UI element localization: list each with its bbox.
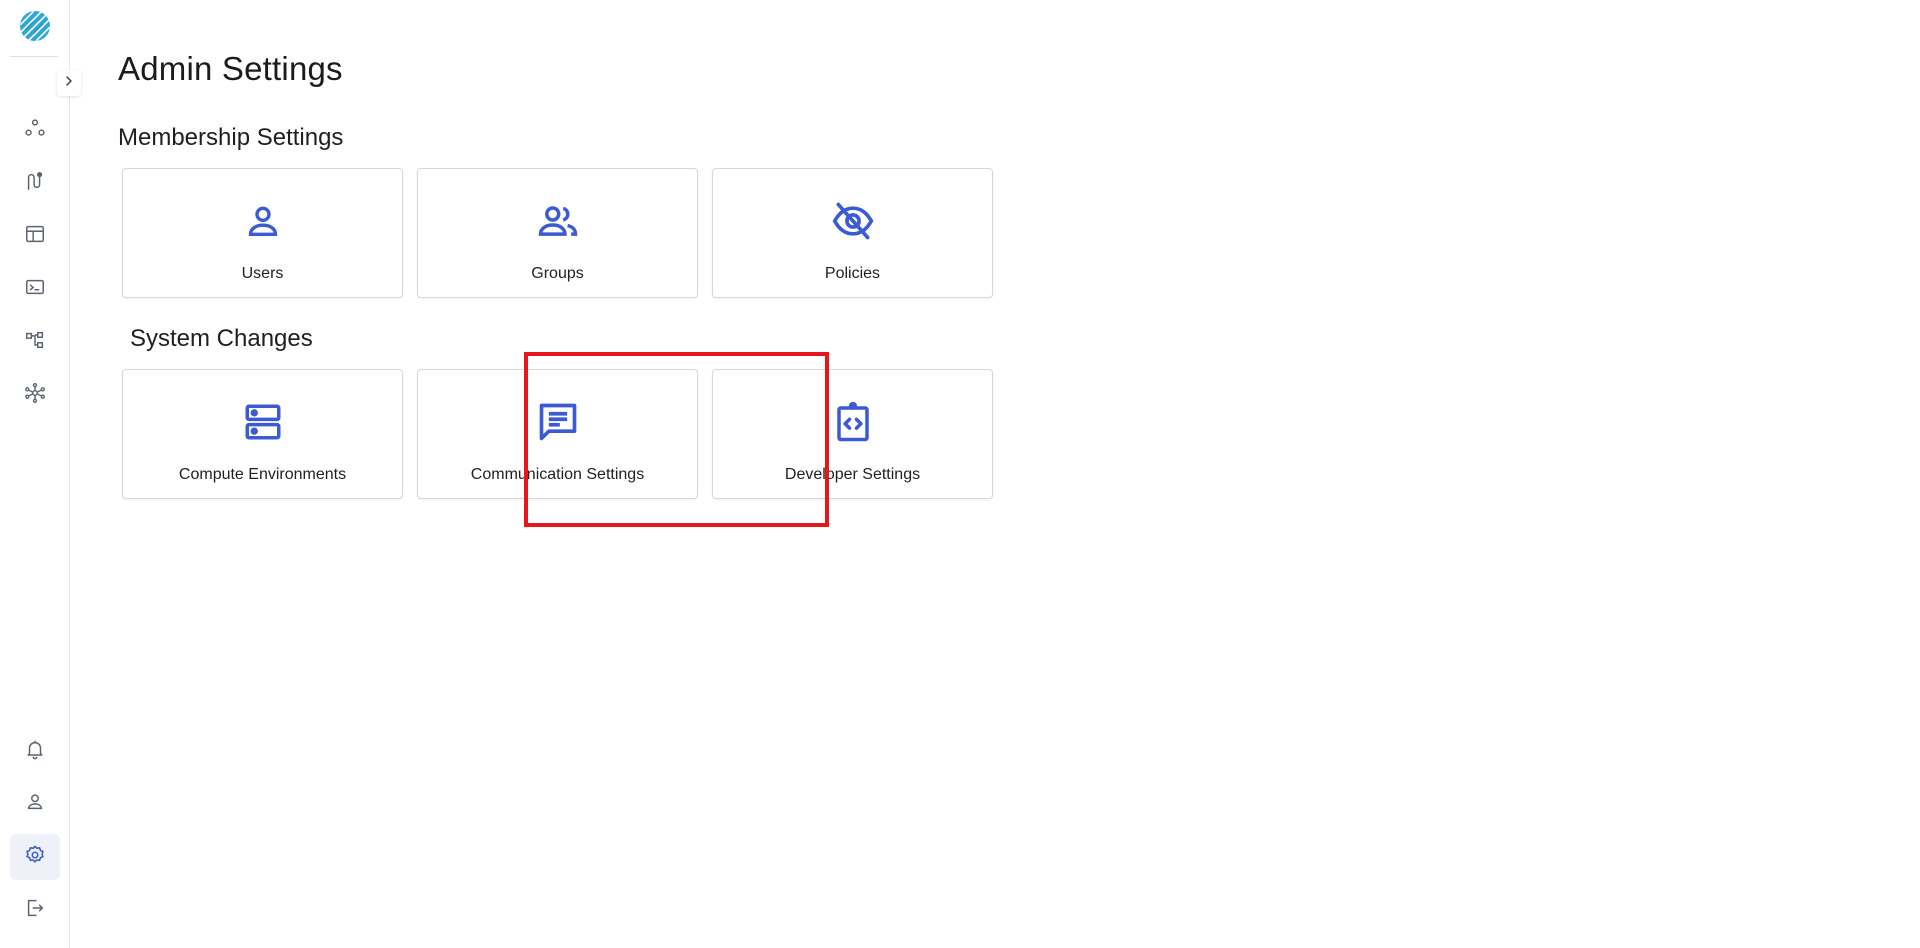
developer-settings-card[interactable]: Developer Settings bbox=[712, 369, 993, 499]
logo-divider bbox=[10, 56, 58, 57]
communication-settings-card-label: Communication Settings bbox=[470, 466, 645, 483]
terminal-icon bbox=[24, 276, 46, 303]
eye-off-icon bbox=[831, 199, 875, 243]
server-icon bbox=[241, 400, 285, 444]
gear-icon bbox=[24, 844, 46, 871]
developer-settings-card-label: Developer Settings bbox=[784, 466, 921, 483]
groups-icon bbox=[536, 199, 580, 243]
compute-environments-card[interactable]: Compute Environments bbox=[122, 369, 403, 499]
chat-message-icon bbox=[536, 400, 580, 444]
groups-card-label: Groups bbox=[531, 265, 584, 282]
sidebar-item-workflows[interactable] bbox=[10, 319, 60, 365]
sidebar-item-logout[interactable] bbox=[10, 887, 60, 933]
policies-card[interactable]: Policies bbox=[712, 168, 993, 298]
sidebar-expand-button[interactable] bbox=[57, 70, 81, 96]
brand-logo-icon[interactable] bbox=[19, 10, 51, 42]
sidebar-item-tables[interactable] bbox=[10, 213, 60, 259]
sidebar-item-terminal[interactable] bbox=[10, 266, 60, 312]
groups-card[interactable]: Groups bbox=[417, 168, 698, 298]
hierarchy-nodes-icon bbox=[24, 117, 46, 144]
sidebar-item-notifications[interactable] bbox=[10, 728, 60, 774]
table-layout-icon bbox=[24, 223, 46, 250]
chevron-right-icon bbox=[61, 73, 77, 94]
network-hub-icon bbox=[24, 382, 46, 409]
policies-card-label: Policies bbox=[824, 265, 881, 282]
users-card[interactable]: Users bbox=[122, 168, 403, 298]
logout-icon bbox=[24, 897, 46, 924]
sidebar-item-profile[interactable] bbox=[10, 781, 60, 827]
communication-settings-card[interactable]: Communication Settings bbox=[417, 369, 698, 499]
compute-environments-card-label: Compute Environments bbox=[178, 466, 347, 483]
sidebar-item-pipelines[interactable] bbox=[10, 160, 60, 206]
page-title: Admin Settings bbox=[118, 50, 343, 87]
users-card-label: Users bbox=[241, 265, 284, 282]
section-title-membership: Membership Settings bbox=[118, 124, 344, 151]
section-title-system: System Changes bbox=[130, 325, 313, 352]
sidebar-item-network[interactable] bbox=[10, 372, 60, 418]
user-icon bbox=[24, 791, 46, 818]
sidebar-item-settings[interactable] bbox=[10, 834, 60, 880]
sidebar-item-hierarchy[interactable] bbox=[10, 107, 60, 153]
main-content: Admin Settings Membership Settings Users… bbox=[118, 0, 1918, 948]
bell-icon bbox=[24, 738, 46, 765]
user-icon bbox=[241, 199, 285, 243]
workflow-tree-icon bbox=[24, 329, 46, 356]
pipeline-route-icon bbox=[24, 170, 46, 197]
code-clipboard-icon bbox=[831, 400, 875, 444]
sidebar bbox=[0, 0, 81, 948]
